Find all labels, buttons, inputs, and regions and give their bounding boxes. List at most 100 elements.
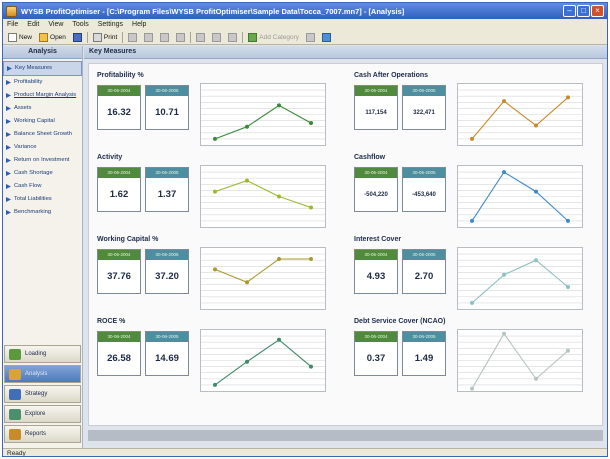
current-period-value-box: 30-06-2004 -504,220 bbox=[354, 167, 398, 212]
sidebar-item-label: Variance bbox=[14, 144, 37, 150]
metric-value: 10.71 bbox=[155, 107, 179, 118]
title-bar: WYSB ProfitOptimiser - [C:\Program Files… bbox=[3, 3, 607, 19]
metric-value: 37.20 bbox=[155, 271, 179, 282]
metric-value: -504,220 bbox=[364, 191, 388, 198]
metric-card: Interest Cover 30-06-2004 4.93 30-06-2005 2.… bbox=[354, 236, 602, 316]
sidebar-list: Key Measures Profitability Product Margin … bbox=[3, 59, 82, 219]
table-button[interactable] bbox=[210, 31, 223, 43]
toolbar-separator bbox=[242, 31, 244, 43]
sidebar-item-profitability[interactable]: Profitability bbox=[3, 76, 82, 89]
arrow-bullet-icon bbox=[6, 145, 11, 150]
redo-button[interactable] bbox=[174, 31, 187, 43]
period-date-label: 30-06-2005 bbox=[403, 86, 445, 96]
sidebar-item-assets[interactable]: Assets bbox=[3, 102, 82, 115]
sidebar-nav: Loading Analysis Strategy Explore Reports bbox=[4, 345, 81, 445]
sidebar-item-label: Return on Investment bbox=[14, 157, 70, 163]
copy-button[interactable] bbox=[142, 31, 155, 43]
close-button[interactable]: × bbox=[591, 5, 604, 17]
sidebar-item-balance-sheet-growth[interactable]: Balance Sheet Growth bbox=[3, 128, 82, 141]
copy-icon bbox=[144, 32, 154, 42]
sidebar-item-total-liabilities[interactable]: Total Liabilities bbox=[3, 193, 82, 206]
sidebar-item-key-measures[interactable]: Key Measures bbox=[3, 61, 82, 76]
open-button[interactable]: Open bbox=[37, 31, 68, 43]
period-date-label: 30-06-2005 bbox=[146, 332, 188, 342]
loading-icon bbox=[9, 348, 21, 360]
current-period-value-box: 30-06-2004 1.62 bbox=[97, 167, 141, 212]
arrow-bullet-icon bbox=[6, 93, 11, 98]
toolbar: New Open Print Add Category bbox=[3, 30, 607, 45]
trend-chart bbox=[457, 247, 583, 310]
menu-view[interactable]: View bbox=[48, 21, 63, 28]
table-icon bbox=[212, 32, 222, 42]
settings-button[interactable] bbox=[304, 31, 317, 43]
sidebar-item-product-margin-analysis[interactable]: Product Margin Analysis bbox=[3, 89, 82, 102]
trend-chart bbox=[200, 247, 326, 310]
metric-value: 117,154 bbox=[365, 109, 387, 116]
refresh-button[interactable] bbox=[194, 31, 207, 43]
period-date-label: 30-06-2004 bbox=[98, 250, 140, 260]
sidebar-item-variance[interactable]: Variance bbox=[3, 141, 82, 154]
metric-title: ROCE % bbox=[97, 318, 126, 325]
trend-chart-svg bbox=[458, 331, 582, 391]
trend-point bbox=[470, 386, 474, 391]
trend-point bbox=[534, 376, 538, 381]
metric-title: Cash After Operations bbox=[354, 72, 429, 79]
sidebar-item-label: Key Measures bbox=[15, 65, 53, 71]
trend-point bbox=[470, 300, 474, 305]
trend-line bbox=[471, 259, 569, 304]
trend-point bbox=[213, 136, 217, 141]
metric-title: Debt Service Cover (NCAO) bbox=[354, 318, 446, 325]
menu-settings[interactable]: Settings bbox=[98, 21, 123, 28]
undo-button[interactable] bbox=[158, 31, 171, 43]
sidebar-item-cash-flow[interactable]: Cash Flow bbox=[3, 180, 82, 193]
print-button[interactable]: Print bbox=[91, 31, 119, 43]
sidebar-item-label: Profitability bbox=[14, 79, 43, 85]
nav-button-loading[interactable]: Loading bbox=[4, 345, 81, 363]
metric-value: 1.49 bbox=[414, 353, 434, 364]
metric-card: Working Capital % 30-06-2004 37.76 30-06-20… bbox=[97, 236, 345, 316]
help-button[interactable] bbox=[320, 31, 333, 43]
save-button[interactable] bbox=[71, 31, 84, 43]
new-button[interactable]: New bbox=[6, 31, 34, 43]
reports-icon bbox=[9, 428, 21, 440]
trend-point bbox=[502, 99, 506, 104]
chart-button[interactable] bbox=[226, 31, 239, 43]
sidebar-item-label: Cash Flow bbox=[14, 183, 42, 189]
sidebar-item-benchmarking[interactable]: Benchmarking bbox=[3, 206, 82, 219]
sidebar-item-cash-shortage[interactable]: Cash Shortage bbox=[3, 167, 82, 180]
prior-period-value-box: 30-06-2005 322,471 bbox=[402, 85, 446, 130]
trend-point bbox=[277, 337, 281, 342]
cut-button[interactable] bbox=[126, 31, 139, 43]
minimize-button[interactable]: – bbox=[563, 5, 576, 17]
nav-button-reports[interactable]: Reports bbox=[4, 425, 81, 443]
metric-value: 0.37 bbox=[366, 353, 386, 364]
panel-footer-bar bbox=[88, 430, 603, 441]
menu-help[interactable]: Help bbox=[132, 21, 146, 28]
arrow-bullet-icon bbox=[6, 80, 11, 85]
explore-icon bbox=[9, 408, 21, 420]
sidebar-item-return-on-investment[interactable]: Return on Investment bbox=[3, 154, 82, 167]
add-icon bbox=[248, 32, 258, 42]
menu-tools[interactable]: Tools bbox=[72, 21, 88, 28]
trend-chart-svg bbox=[201, 335, 325, 387]
trend-point bbox=[309, 257, 313, 261]
sidebar-item-label: Total Liabilities bbox=[14, 196, 52, 202]
app-icon bbox=[6, 5, 17, 17]
nav-button-strategy[interactable]: Strategy bbox=[4, 385, 81, 403]
sidebar-item-working-capital[interactable]: Working Capital bbox=[3, 115, 82, 128]
period-date-label: 30-06-2005 bbox=[146, 168, 188, 178]
maximize-button[interactable]: □ bbox=[577, 5, 590, 17]
nav-button-analysis[interactable]: Analysis bbox=[4, 365, 81, 383]
add-category-button[interactable]: Add Category bbox=[246, 31, 301, 43]
refresh-icon bbox=[196, 32, 206, 42]
nav-button-explore[interactable]: Explore bbox=[4, 405, 81, 423]
period-date-label: 30-06-2005 bbox=[403, 332, 445, 342]
trend-point bbox=[245, 178, 249, 183]
trend-point bbox=[245, 280, 249, 285]
menu-file[interactable]: File bbox=[7, 21, 18, 28]
chart-icon bbox=[228, 32, 238, 42]
toolbar-separator bbox=[86, 31, 88, 43]
menu-edit[interactable]: Edit bbox=[27, 21, 39, 28]
period-date-label: 30-06-2004 bbox=[355, 332, 397, 342]
trend-point bbox=[213, 382, 217, 387]
